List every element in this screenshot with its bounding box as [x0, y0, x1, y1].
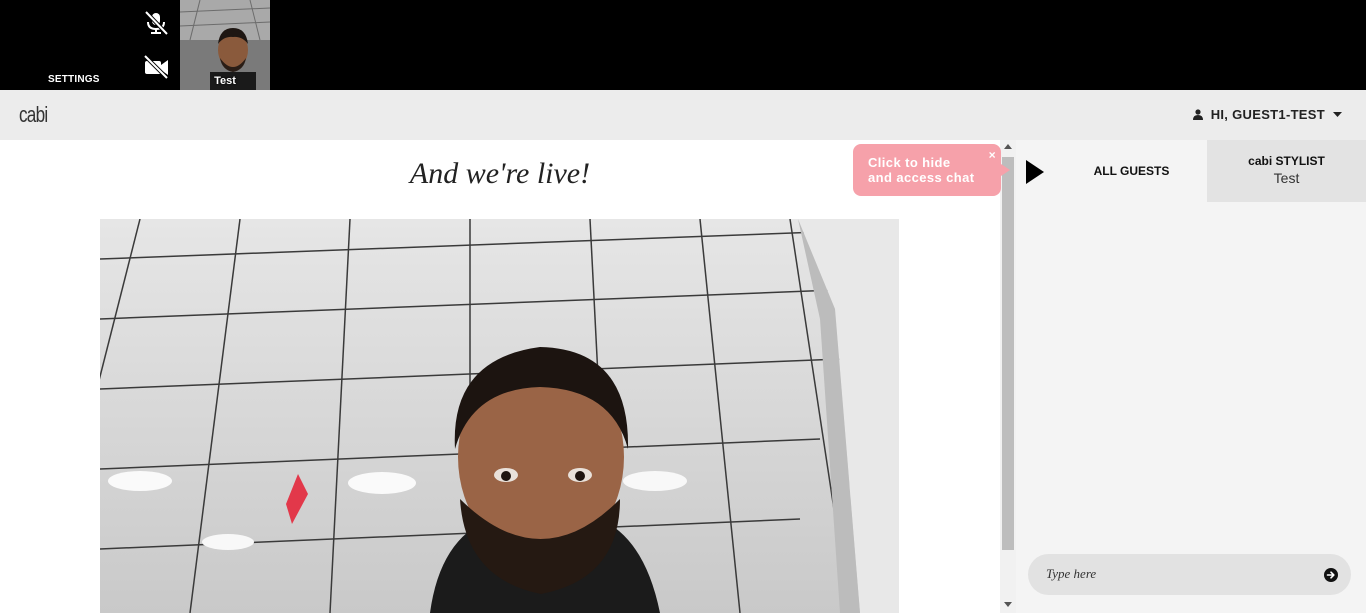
main-scrollbar[interactable]: [1000, 140, 1016, 613]
user-menu[interactable]: HI, GUEST1-TEST: [1192, 107, 1342, 122]
video-control-bar: SETTINGS Test: [0, 0, 1366, 90]
tab-all-guests[interactable]: ALL GUESTS: [1056, 140, 1207, 202]
send-arrow-icon[interactable]: [1324, 568, 1338, 582]
live-stage: And we're live!: [0, 140, 1000, 613]
participant-name: Test: [214, 75, 236, 87]
tooltip-line-2: and access chat: [868, 170, 975, 185]
scroll-up-arrow-icon[interactable]: [1004, 144, 1012, 149]
tab-stylist-name: Test: [1273, 170, 1300, 186]
page-title: And we're live!: [409, 157, 591, 190]
chevron-down-icon: [1333, 111, 1342, 117]
chat-input-box[interactable]: [1028, 554, 1351, 595]
main-video-feed: [100, 219, 899, 613]
chat-toggle-tooltip[interactable]: Click to hide and access chat ×: [853, 144, 1010, 196]
cabi-logo[interactable]: cabi: [19, 102, 48, 128]
chat-panel: ALL GUESTS cabi STYLIST Test: [1016, 140, 1366, 613]
camera-off-icon[interactable]: [141, 54, 171, 80]
participant-thumbnail[interactable]: Test: [180, 0, 270, 90]
user-icon: [1192, 109, 1203, 120]
close-icon[interactable]: ×: [989, 148, 996, 163]
user-greeting: HI, GUEST1-TEST: [1210, 107, 1325, 122]
tab-cabi-stylist[interactable]: cabi STYLIST Test: [1207, 140, 1366, 202]
tooltip-line-1: Click to hide: [868, 155, 951, 170]
chat-message-input[interactable]: [1046, 564, 1306, 584]
scrollbar-thumb[interactable]: [1002, 157, 1014, 550]
video-frame: [100, 219, 899, 613]
collapse-chat-arrow-icon[interactable]: [1026, 160, 1044, 184]
tab-stylist-title: cabi STYLIST: [1248, 154, 1325, 168]
scroll-down-arrow-icon[interactable]: [1004, 602, 1012, 607]
mic-muted-icon[interactable]: [141, 10, 171, 36]
site-header: cabi HI, GUEST1-TEST: [0, 90, 1366, 140]
settings-button[interactable]: SETTINGS: [48, 74, 100, 85]
